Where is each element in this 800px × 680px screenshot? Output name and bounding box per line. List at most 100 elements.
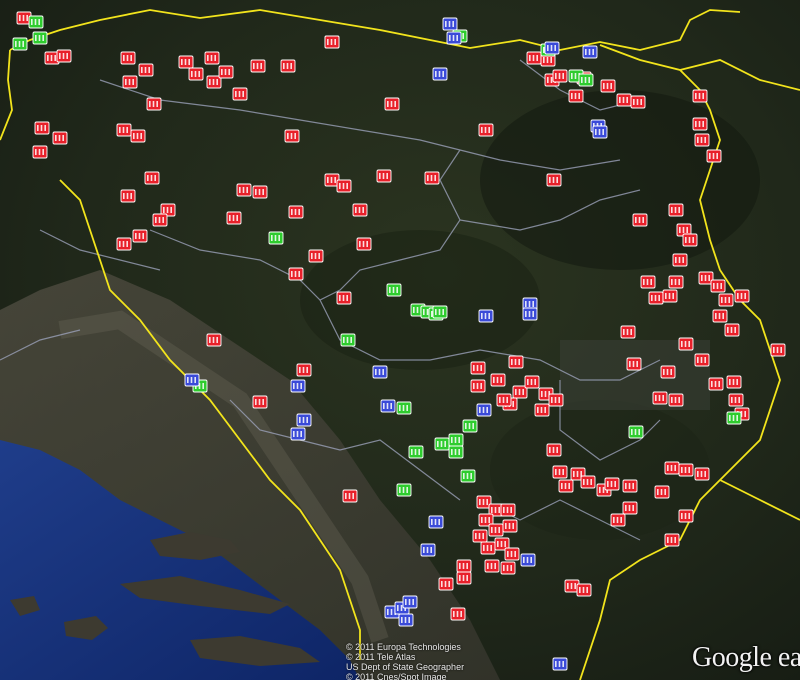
- red-mosque-marker-icon[interactable]: [342, 489, 358, 503]
- red-mosque-marker-icon[interactable]: [712, 309, 728, 323]
- red-mosque-marker-icon[interactable]: [694, 353, 710, 367]
- red-mosque-marker-icon[interactable]: [682, 233, 698, 247]
- red-mosque-marker-icon[interactable]: [660, 365, 676, 379]
- red-mosque-marker-icon[interactable]: [138, 63, 154, 77]
- blue-building-marker-icon[interactable]: [402, 595, 418, 609]
- green-building-marker-icon[interactable]: [432, 305, 448, 319]
- green-building-marker-icon[interactable]: [578, 73, 594, 87]
- red-mosque-marker-icon[interactable]: [130, 129, 146, 143]
- red-mosque-marker-icon[interactable]: [152, 213, 168, 227]
- red-mosque-marker-icon[interactable]: [678, 463, 694, 477]
- blue-building-marker-icon[interactable]: [428, 515, 444, 529]
- red-mosque-marker-icon[interactable]: [116, 237, 132, 251]
- blue-building-marker-icon[interactable]: [446, 31, 462, 45]
- red-mosque-marker-icon[interactable]: [648, 291, 664, 305]
- green-building-marker-icon[interactable]: [408, 445, 424, 459]
- red-mosque-marker-icon[interactable]: [568, 89, 584, 103]
- red-mosque-marker-icon[interactable]: [580, 475, 596, 489]
- red-mosque-marker-icon[interactable]: [478, 123, 494, 137]
- red-mosque-marker-icon[interactable]: [524, 375, 540, 389]
- red-mosque-marker-icon[interactable]: [236, 183, 252, 197]
- red-mosque-marker-icon[interactable]: [470, 379, 486, 393]
- red-mosque-marker-icon[interactable]: [450, 607, 466, 621]
- red-mosque-marker-icon[interactable]: [662, 289, 678, 303]
- green-building-marker-icon[interactable]: [268, 231, 284, 245]
- green-building-marker-icon[interactable]: [396, 401, 412, 415]
- red-mosque-marker-icon[interactable]: [678, 509, 694, 523]
- green-building-marker-icon[interactable]: [460, 469, 476, 483]
- green-building-marker-icon[interactable]: [12, 37, 28, 51]
- blue-building-marker-icon[interactable]: [582, 45, 598, 59]
- red-mosque-marker-icon[interactable]: [620, 325, 636, 339]
- red-mosque-marker-icon[interactable]: [32, 145, 48, 159]
- red-mosque-marker-icon[interactable]: [500, 561, 516, 575]
- red-mosque-marker-icon[interactable]: [508, 355, 524, 369]
- red-mosque-marker-icon[interactable]: [664, 533, 680, 547]
- red-mosque-marker-icon[interactable]: [622, 501, 638, 515]
- red-mosque-marker-icon[interactable]: [144, 171, 160, 185]
- green-building-marker-icon[interactable]: [340, 333, 356, 347]
- red-mosque-marker-icon[interactable]: [120, 189, 136, 203]
- red-mosque-marker-icon[interactable]: [284, 129, 300, 143]
- red-mosque-marker-icon[interactable]: [672, 253, 688, 267]
- red-mosque-marker-icon[interactable]: [600, 79, 616, 93]
- red-mosque-marker-icon[interactable]: [490, 373, 506, 387]
- red-mosque-marker-icon[interactable]: [664, 461, 680, 475]
- red-mosque-marker-icon[interactable]: [480, 541, 496, 555]
- red-mosque-marker-icon[interactable]: [692, 89, 708, 103]
- red-mosque-marker-icon[interactable]: [456, 559, 472, 573]
- green-building-marker-icon[interactable]: [462, 419, 478, 433]
- red-mosque-marker-icon[interactable]: [336, 291, 352, 305]
- red-mosque-marker-icon[interactable]: [288, 205, 304, 219]
- red-mosque-marker-icon[interactable]: [484, 559, 500, 573]
- red-mosque-marker-icon[interactable]: [694, 467, 710, 481]
- blue-building-marker-icon[interactable]: [432, 67, 448, 81]
- red-mosque-marker-icon[interactable]: [526, 51, 542, 65]
- red-mosque-marker-icon[interactable]: [470, 361, 486, 375]
- blue-building-marker-icon[interactable]: [398, 613, 414, 627]
- red-mosque-marker-icon[interactable]: [206, 333, 222, 347]
- red-mosque-marker-icon[interactable]: [188, 67, 204, 81]
- red-mosque-marker-icon[interactable]: [456, 571, 472, 585]
- blue-building-marker-icon[interactable]: [372, 365, 388, 379]
- red-mosque-marker-icon[interactable]: [558, 479, 574, 493]
- red-mosque-marker-icon[interactable]: [504, 547, 520, 561]
- blue-building-marker-icon[interactable]: [592, 125, 608, 139]
- red-mosque-marker-icon[interactable]: [204, 51, 220, 65]
- red-mosque-marker-icon[interactable]: [472, 529, 488, 543]
- red-mosque-marker-icon[interactable]: [116, 123, 132, 137]
- red-mosque-marker-icon[interactable]: [488, 523, 504, 537]
- red-mosque-marker-icon[interactable]: [438, 577, 454, 591]
- red-mosque-marker-icon[interactable]: [56, 49, 72, 63]
- red-mosque-marker-icon[interactable]: [226, 211, 242, 225]
- red-mosque-marker-icon[interactable]: [728, 393, 744, 407]
- red-mosque-marker-icon[interactable]: [232, 87, 248, 101]
- red-mosque-marker-icon[interactable]: [604, 477, 620, 491]
- green-building-marker-icon[interactable]: [28, 15, 44, 29]
- green-building-marker-icon[interactable]: [726, 411, 742, 425]
- blue-building-marker-icon[interactable]: [290, 427, 306, 441]
- red-mosque-marker-icon[interactable]: [692, 117, 708, 131]
- blue-building-marker-icon[interactable]: [552, 657, 568, 671]
- green-building-marker-icon[interactable]: [396, 483, 412, 497]
- red-mosque-marker-icon[interactable]: [654, 485, 670, 499]
- red-mosque-marker-icon[interactable]: [52, 131, 68, 145]
- red-mosque-marker-icon[interactable]: [622, 479, 638, 493]
- red-mosque-marker-icon[interactable]: [668, 393, 684, 407]
- green-building-marker-icon[interactable]: [628, 425, 644, 439]
- blue-building-marker-icon[interactable]: [522, 307, 538, 321]
- red-mosque-marker-icon[interactable]: [288, 267, 304, 281]
- green-building-marker-icon[interactable]: [32, 31, 48, 45]
- blue-building-marker-icon[interactable]: [380, 399, 396, 413]
- map-canvas[interactable]: [0, 0, 800, 680]
- red-mosque-marker-icon[interactable]: [546, 443, 562, 457]
- red-mosque-marker-icon[interactable]: [500, 503, 516, 517]
- red-mosque-marker-icon[interactable]: [630, 95, 646, 109]
- blue-building-marker-icon[interactable]: [442, 17, 458, 31]
- red-mosque-marker-icon[interactable]: [250, 59, 266, 73]
- red-mosque-marker-icon[interactable]: [668, 275, 684, 289]
- red-mosque-marker-icon[interactable]: [424, 171, 440, 185]
- red-mosque-marker-icon[interactable]: [502, 519, 518, 533]
- red-mosque-marker-icon[interactable]: [356, 237, 372, 251]
- red-mosque-marker-icon[interactable]: [706, 149, 722, 163]
